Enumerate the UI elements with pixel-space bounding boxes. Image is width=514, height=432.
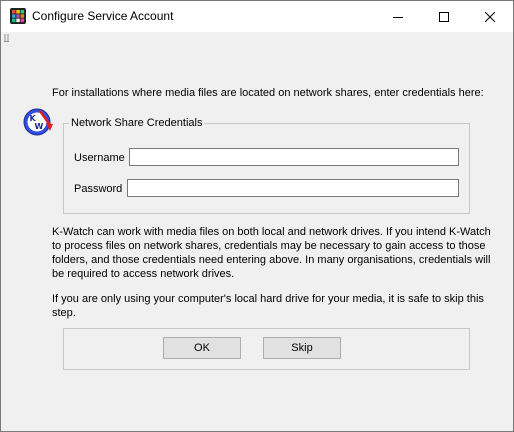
grip-icon — [4, 34, 9, 42]
skip-info-text: If you are only using your computer's lo… — [52, 293, 484, 319]
group-title: Network Share Credentials — [69, 117, 205, 129]
title-bar[interactable]: Configure Service Account — [1, 1, 513, 32]
password-input[interactable] — [127, 179, 459, 197]
app-grid-icon — [10, 8, 26, 24]
close-button[interactable] — [467, 1, 513, 32]
intro-text: For installations where media files are … — [52, 87, 484, 99]
network-share-credentials-group — [63, 123, 470, 214]
dialog-client-area: For installations where media files are … — [1, 44, 513, 431]
skip-button[interactable]: Skip — [263, 337, 341, 359]
svg-text:W: W — [35, 122, 44, 131]
kwatch-logo-icon: K W — [23, 108, 53, 136]
maximize-button[interactable] — [421, 1, 467, 32]
maximize-icon — [439, 11, 449, 22]
menu-strip — [1, 32, 513, 44]
username-label: Username — [74, 152, 125, 164]
minimize-icon — [393, 16, 403, 18]
configure-service-account-window: Configure Service Account For installati… — [0, 0, 514, 432]
network-info-text: K-Watch can work with media files on bot… — [52, 226, 491, 280]
username-input[interactable] — [129, 148, 459, 166]
password-label: Password — [74, 183, 123, 195]
close-icon — [485, 11, 495, 22]
window-title: Configure Service Account — [32, 9, 174, 23]
ok-button[interactable]: OK — [163, 337, 241, 359]
minimize-button[interactable] — [375, 1, 421, 32]
